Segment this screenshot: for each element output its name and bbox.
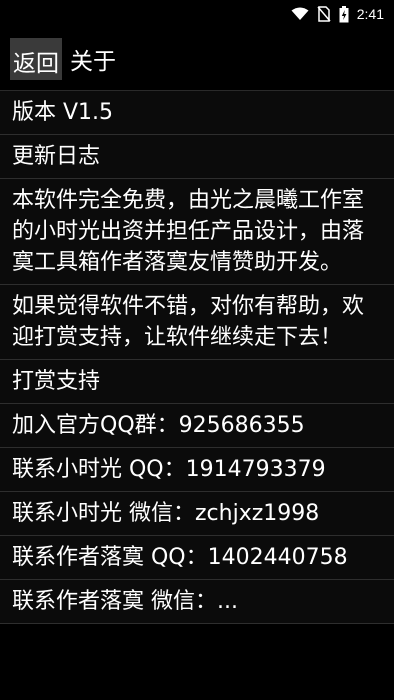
list-item-author-wechat[interactable]: 联系作者落寞 微信：...: [0, 580, 394, 624]
status-time: 2:41: [356, 6, 384, 22]
back-button[interactable]: 返回: [10, 38, 62, 80]
list-item-contact-qq[interactable]: 联系小时光 QQ：1914793379: [0, 448, 394, 492]
list-item-support-message: 如果觉得软件不错，对你有帮助，欢迎打赏支持，让软件继续走下去！: [0, 285, 394, 360]
about-list: 版本 V1.5 更新日志 本软件完全免费，由光之晨曦工作室的小时光出资并担任产品…: [0, 91, 394, 624]
list-item-qq-group[interactable]: 加入官方QQ群：925686355: [0, 404, 394, 448]
list-item-donate[interactable]: 打赏支持: [0, 360, 394, 404]
list-item-changelog[interactable]: 更新日志: [0, 135, 394, 179]
list-item-author-qq[interactable]: 联系作者落寞 QQ：1402440758: [0, 536, 394, 580]
list-item-contact-wechat[interactable]: 联系小时光 微信：zchjxz1998: [0, 492, 394, 536]
page-title: 关于: [70, 49, 116, 75]
wifi-icon: [291, 7, 309, 21]
status-bar: 2:41: [0, 0, 394, 28]
list-item-version: 版本 V1.5: [0, 91, 394, 135]
list-item-description: 本软件完全免费，由光之晨曦工作室的小时光出资并担任产品设计，由落寞工具箱作者落寞…: [0, 179, 394, 285]
battery-charging-icon: [339, 5, 349, 23]
no-sim-icon: [317, 6, 331, 22]
app-header: 返回 关于: [0, 28, 394, 91]
